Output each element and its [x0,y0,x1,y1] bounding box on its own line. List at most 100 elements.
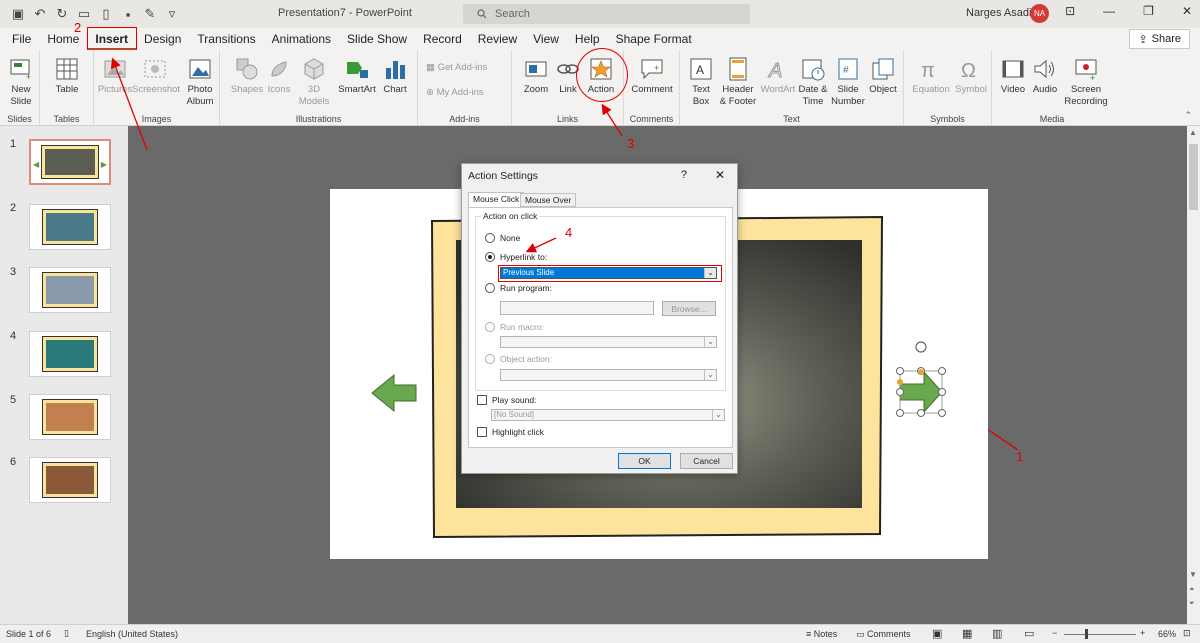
tab-slide-show[interactable]: Slide Show [339,28,415,50]
audio-button[interactable]: Audio [1030,56,1060,96]
scroll-down-icon[interactable]: ▼ [1189,570,1197,579]
slide-number-button[interactable]: # Slide Number [830,56,866,108]
annotation-1: 1 [1016,449,1024,464]
zoom-out-icon[interactable]: − [1052,628,1057,638]
comments-button[interactable]: ▭ Comments [856,629,911,640]
run-macro-select[interactable]: ⌄ [500,336,717,348]
table-button[interactable]: Table [52,56,82,96]
my-addins-button[interactable]: ⊕ My Add-ins [426,87,510,99]
comment-button[interactable]: + Comment [628,56,676,96]
dialog-close-button[interactable]: ✕ [715,168,725,182]
draw-icon[interactable]: ✎ [142,6,158,22]
tab-help[interactable]: Help [567,28,608,50]
slide-thumbnail-1[interactable]: ◀ ▶ [29,139,111,185]
object-button[interactable]: Object [866,56,900,96]
screenshot-button[interactable]: Screenshot [132,56,180,96]
tab-transitions[interactable]: Transitions [189,28,263,50]
minimize-icon[interactable]: — [1103,4,1115,18]
close-icon[interactable]: ✕ [1182,4,1192,18]
tab-design[interactable]: Design [136,28,189,50]
collapse-ribbon-icon[interactable]: ⌃ [1184,110,1192,121]
tab-animations[interactable]: Animations [264,28,339,50]
chevron-down-icon[interactable]: ⌄ [704,337,716,347]
chevron-down-icon[interactable]: ⌄ [712,410,724,420]
tab-view[interactable]: View [525,28,567,50]
chevron-down-icon[interactable]: ⌄ [704,370,716,380]
new-slide-button[interactable]: + New Slide [6,56,36,108]
vertical-scrollbar[interactable]: ▲ ▼ ⏶ ⏷ [1187,126,1200,624]
zoom-slider[interactable] [1064,634,1136,635]
language[interactable]: English (United States) [86,629,178,639]
slide-thumbnail-6[interactable] [29,457,111,503]
zoom-in-icon[interactable]: + [1140,628,1145,638]
zoom-button[interactable]: Zoom [520,56,552,96]
tab-review[interactable]: Review [470,28,525,50]
normal-view-icon[interactable]: ▣ [932,627,942,640]
date-time-button[interactable]: Date & Time [796,56,830,108]
zoom-slider-handle[interactable] [1085,629,1088,639]
slide-thumbnail-5[interactable] [29,394,111,440]
none-radio[interactable] [485,233,495,243]
reading-view-icon[interactable]: ▥ [992,627,1002,640]
next-slide-icon[interactable]: ⏷ [1189,600,1195,608]
slide-thumbnail-2[interactable] [29,204,111,250]
slideshow-icon[interactable]: ▭ [1024,627,1034,640]
scroll-up-icon[interactable]: ▲ [1189,128,1197,137]
ribbon-display-icon[interactable]: ⊡ [1065,4,1075,18]
search-box[interactable]: Search [463,4,750,24]
highlight-click-checkbox[interactable] [477,427,487,437]
text-box-button[interactable]: A Text Box [686,56,716,108]
browse-button[interactable]: Browse... [662,301,716,316]
slide-thumbnail-3[interactable] [29,267,111,313]
dialog-help-button[interactable]: ? [681,169,687,181]
slide-thumbnail-4[interactable] [29,331,111,377]
avatar[interactable]: NA [1030,4,1049,23]
video-button[interactable]: Video [998,56,1028,96]
symbol-button[interactable]: Ω Symbol [952,56,990,96]
smartart-button[interactable]: SmartArt [336,56,378,96]
icons-button[interactable]: Icons [264,56,294,96]
previous-slide-icon[interactable]: ⏶ [1189,586,1195,594]
save-icon[interactable]: ▣ [10,6,26,22]
object-action-radio[interactable] [485,354,495,364]
new-file-icon[interactable]: ▯ [98,6,114,22]
undo-icon[interactable]: ↶ [32,6,48,22]
scrollbar-thumb[interactable] [1189,144,1198,210]
run-macro-radio[interactable] [485,322,495,332]
notes-button[interactable]: ≡ Notes [806,629,837,639]
fit-slide-icon[interactable]: ⊡ [1183,628,1191,639]
user-name[interactable]: Narges Asadi [966,7,1031,19]
3d-models-button[interactable]: 3D Models [296,56,332,108]
object-action-select[interactable]: ⌄ [500,369,717,381]
play-sound-checkbox[interactable] [477,395,487,405]
customize-qat-icon[interactable]: ▿ [164,6,180,22]
share-button[interactable]: ⇪ Share [1129,29,1190,49]
equation-button[interactable]: π Equation [908,56,954,96]
maximize-icon[interactable]: ❐ [1143,4,1154,18]
header-footer-button[interactable]: Header & Footer [716,56,760,108]
wordart-button[interactable]: A WordArt [758,56,798,96]
run-program-radio[interactable] [485,283,495,293]
photo-album-button[interactable]: Photo Album [182,56,218,108]
chart-button[interactable]: Chart [378,56,412,96]
tab-mouse-over[interactable]: Mouse Over [520,193,577,207]
sound-select[interactable]: [No Sound] ⌄ [491,409,725,421]
slide-sorter-icon[interactable]: ▦ [962,627,972,640]
touch-mode-icon[interactable]: ▪ [120,6,136,22]
accessibility-icon[interactable]: ▯ [64,628,69,639]
redo-icon[interactable]: ↻ [54,6,70,22]
tab-mouse-click[interactable]: Mouse Click [468,192,525,208]
get-addins-button[interactable]: ▦ Get Add-ins [426,62,510,74]
ok-button[interactable]: OK [618,453,671,469]
svg-text:+: + [26,72,31,82]
pictures-button[interactable]: Pictures [96,56,134,96]
tab-shape-format[interactable]: Shape Format [608,28,700,50]
screen-recording-button[interactable]: + Screen Recording [1064,56,1108,108]
tab-file[interactable]: File [4,28,39,50]
shapes-button[interactable]: Shapes [230,56,264,96]
run-program-input[interactable] [500,301,654,315]
zoom-level[interactable]: 66% [1158,629,1176,639]
tab-record[interactable]: Record [415,28,470,50]
hyperlink-radio[interactable] [485,252,495,262]
cancel-button[interactable]: Cancel [680,453,733,469]
